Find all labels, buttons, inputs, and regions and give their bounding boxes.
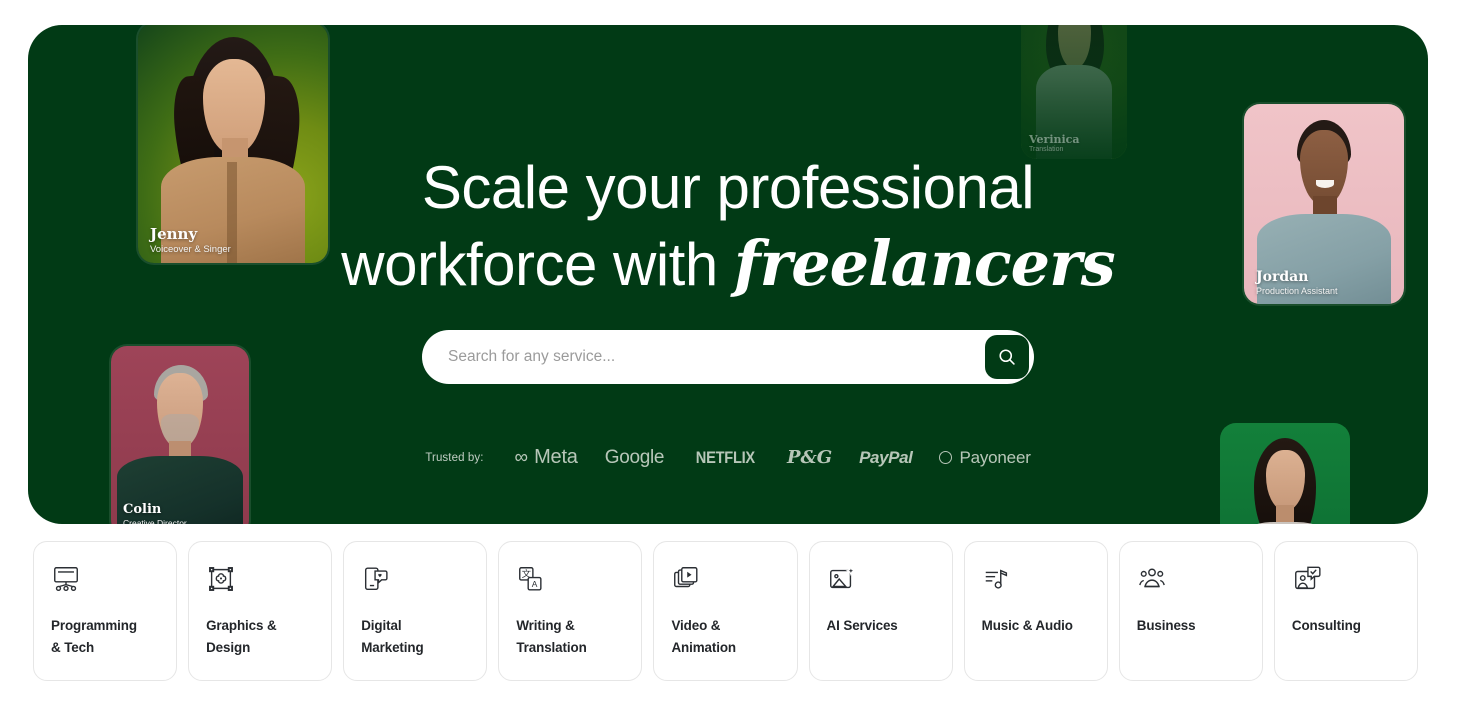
category-card-ai-services[interactable]: AI Services [808,541,953,681]
category-card-graphics-design[interactable]: Graphics & Design [188,541,333,681]
brand-logo-paypal: PayPal [859,447,913,468]
hero-headline: Scale your professional workforce with f… [318,150,1138,303]
category-card-writing-translation[interactable]: 文 A Writing & Translation [498,541,643,681]
phone-chat-icon [361,564,469,598]
brand-name: Meta [534,446,578,468]
brand-logo-payoneer: Payoneer [939,447,1031,468]
category-label: Writing & Translation [516,618,587,655]
trusted-by-label: Trusted by: [425,451,484,464]
hero-banner: Jenny Voiceover & Singer Verinica Transl… [28,25,1428,524]
category-label: Video & Animation [671,618,737,655]
page-root: Jenny Voiceover & Singer Verinica Transl… [0,0,1475,703]
brand-logo-google: Google [604,446,665,469]
svg-text:A: A [532,579,538,589]
freelancer-name: Jordan [1256,269,1309,285]
search-bar [422,330,1034,384]
category-label: AI Services [826,618,898,633]
card-label: Verinica Translation [1029,133,1119,153]
freelancer-card-verinica[interactable]: Verinica Translation [1021,25,1127,159]
headline-line-1: Scale your professional [421,154,1035,221]
brand-name: P&G [786,447,833,468]
headline-line-2-prefix: workforce with [341,231,734,298]
freelancer-name: Verinica [1029,133,1080,146]
monitor-nodes-icon [51,564,159,598]
trusted-by-row: Trusted by: ∞ Meta Google NETFLIX P&G Pay… [425,446,1031,469]
brand-name: NETFLIX [696,447,756,467]
brand-logo-meta: ∞ Meta [515,446,578,469]
category-label: Consulting [1291,618,1361,633]
search-input[interactable] [422,348,985,366]
category-label: Graphics & Design [206,618,277,655]
freelancer-role: Voiceover & Singer [150,244,231,255]
category-card-music-audio[interactable]: Music & Audio [963,541,1108,681]
category-card-digital-marketing[interactable]: Digital Marketing [343,541,488,681]
freelancer-role: Production Assistant [1256,286,1338,296]
freelancer-role: Translation [1029,146,1064,153]
category-card-row: Programming & Tech Graphics & Design Dig… [33,541,1418,681]
payoneer-circle-icon [939,451,953,464]
card-label: Jordan Production Assistant [1256,269,1396,296]
image-sparkle-icon [827,564,935,598]
video-play-icon [671,564,779,598]
brand-name: Payoneer [959,447,1031,467]
category-label: Digital Marketing [361,618,424,655]
freelancer-name: Jenny [150,225,198,243]
brand-logo-netflix: NETFLIX [696,448,755,468]
headline-emphasis-freelancers: freelancers [733,227,1116,300]
music-note-icon [982,564,1090,598]
category-label: Music & Audio [981,618,1073,633]
freelancer-role: Creative Director [123,518,187,524]
card-label: Colin Creative Director [123,502,241,524]
search-submit-button[interactable] [985,335,1029,379]
category-label: Programming & Tech [51,618,137,655]
category-card-consulting[interactable]: Consulting [1273,541,1418,681]
people-group-icon [1137,564,1245,598]
category-card-video-animation[interactable]: Video & Animation [653,541,798,681]
brand-name: PayPal [859,447,913,467]
translate-icon: 文 A [516,564,624,598]
brand-logo-pg: P&G [787,447,832,468]
category-card-programming-tech[interactable]: Programming & Tech [33,541,178,681]
card-label: Jenny Voiceover & Singer [150,225,320,255]
meta-infinity-icon: ∞ [514,446,528,468]
design-bounding-box-icon [206,564,314,598]
freelancer-name: Colin [123,502,162,517]
brand-name: Google [604,446,665,468]
category-label: Business [1136,618,1196,633]
search-icon [999,349,1015,365]
category-card-business[interactable]: Business [1118,541,1263,681]
person-check-icon [1292,564,1400,598]
